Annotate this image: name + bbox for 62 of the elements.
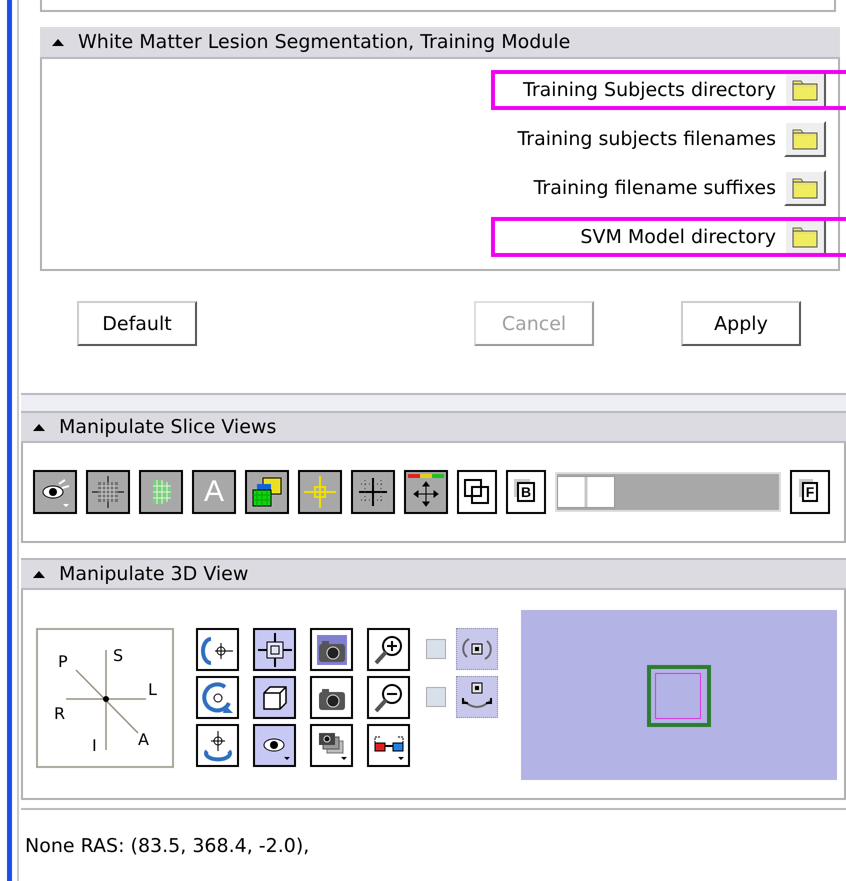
tool-button[interactable]	[457, 470, 497, 514]
tool-button[interactable]	[310, 724, 353, 767]
tool-button[interactable]	[367, 628, 410, 671]
collapse-icon	[33, 424, 45, 430]
letter-button[interactable]: B	[506, 470, 546, 514]
folder-icon	[791, 127, 819, 151]
section-header[interactable]: Manipulate 3D View	[21, 558, 846, 590]
tool-button[interactable]	[253, 676, 296, 719]
tool-button[interactable]	[196, 724, 239, 767]
tool-button[interactable]	[298, 470, 342, 514]
section-header[interactable]: White Matter Lesion Segmentation, Training Module	[40, 27, 840, 59]
slider-track[interactable]	[555, 472, 781, 512]
axis-label: P	[58, 654, 68, 670]
field-label: Training Subjects directory	[523, 79, 776, 101]
field-label: Training filename suffixes	[534, 177, 776, 199]
tool-button[interactable]	[33, 470, 77, 514]
collapse-icon	[33, 570, 45, 578]
folder-button[interactable]	[784, 121, 826, 157]
action-button[interactable]: Apply	[681, 301, 801, 346]
letter-glyph: F	[802, 482, 818, 502]
tool-button[interactable]	[196, 676, 239, 719]
collapse-icon	[52, 38, 64, 46]
folder-icon	[791, 176, 819, 200]
tool-button[interactable]	[253, 724, 296, 767]
letter-glyph: B	[516, 482, 536, 502]
field-label: Training subjects filenames	[517, 128, 776, 150]
tool-button[interactable]	[351, 470, 395, 514]
section-header[interactable]: Manipulate Slice Views	[21, 411, 846, 443]
tool-button[interactable]	[367, 724, 410, 767]
checkbox[interactable]	[426, 639, 446, 659]
tool-button[interactable]	[404, 470, 448, 514]
tool-button[interactable]	[310, 676, 353, 719]
grid-icon	[90, 474, 126, 510]
toggle-button[interactable]	[456, 676, 498, 718]
slider-fill[interactable]	[557, 476, 615, 508]
folder-icon	[791, 78, 819, 102]
rotate-icon	[200, 680, 234, 714]
toggle-button[interactable]	[456, 628, 498, 670]
tool-button[interactable]	[253, 628, 296, 671]
letter-glyph: A	[204, 477, 224, 507]
axis-label: L	[148, 682, 157, 698]
axis-label: A	[138, 732, 149, 748]
orientation-widget[interactable]: P S L R I A	[36, 628, 174, 768]
tool-button[interactable]	[139, 470, 183, 514]
tool-button[interactable]	[367, 676, 410, 719]
axis-label: S	[113, 648, 124, 664]
action-button[interactable]: Default	[77, 301, 197, 346]
camera-icon	[314, 632, 348, 666]
tool-button[interactable]	[196, 628, 239, 671]
status-text: None RAS: (83.5, 368.4, -2.0),	[25, 834, 310, 856]
field-label: SVM Model directory	[580, 226, 776, 248]
crosshair-icon	[302, 474, 338, 510]
axis-label: I	[92, 738, 97, 754]
center-icon	[258, 632, 292, 666]
tool-button[interactable]	[310, 628, 353, 671]
tool-button[interactable]	[245, 470, 289, 514]
axis-label: R	[54, 706, 66, 722]
letter-button[interactable]: F	[790, 470, 830, 514]
tool-button[interactable]	[86, 470, 130, 514]
folder-button[interactable]	[784, 170, 826, 206]
folder-icon	[791, 225, 819, 249]
checkbox[interactable]	[426, 687, 446, 707]
